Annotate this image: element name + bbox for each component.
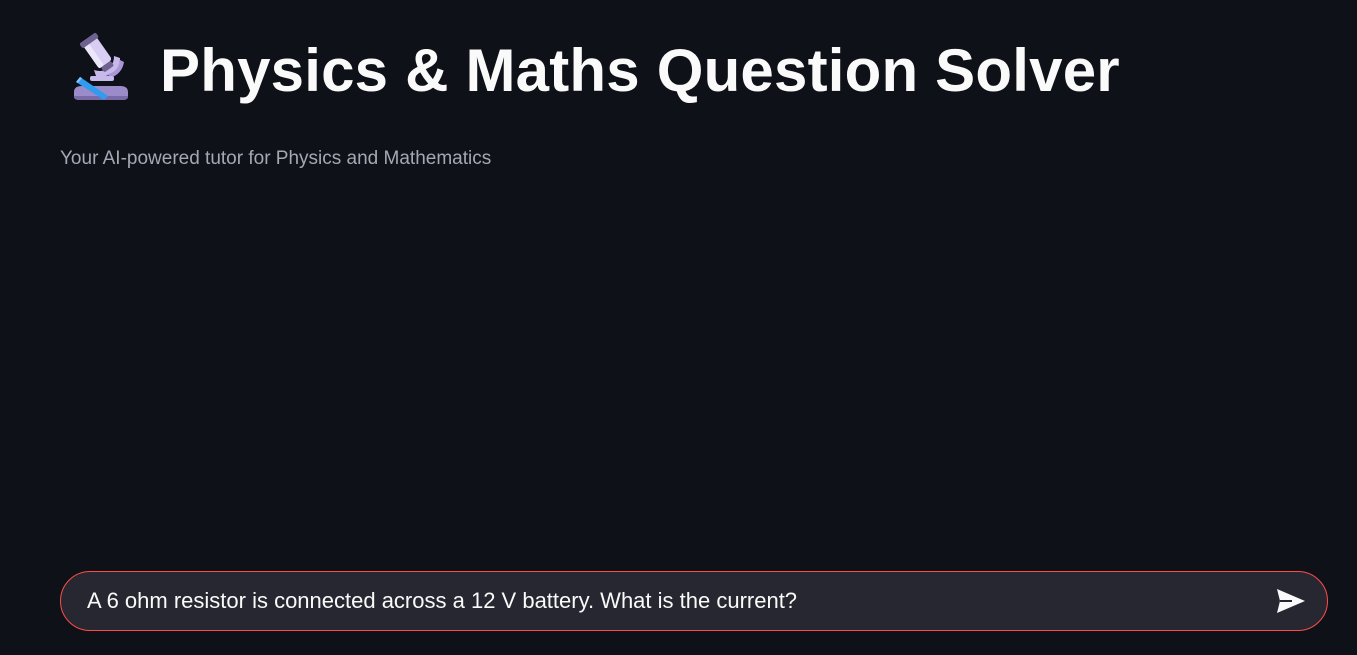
chat-input[interactable] [61, 572, 1269, 630]
send-button[interactable] [1269, 579, 1313, 623]
page-title: Physics & Maths Question Solver [160, 37, 1120, 104]
page-subtitle: Your AI-powered tutor for Physics and Ma… [60, 148, 492, 169]
page-header: Physics & Maths Question Solver [60, 30, 1120, 112]
app-root: Physics & Maths Question Solver Your AI-… [0, 0, 1357, 655]
send-icon [1276, 588, 1306, 614]
chat-input-container [60, 571, 1328, 631]
microscope-icon [60, 30, 142, 112]
